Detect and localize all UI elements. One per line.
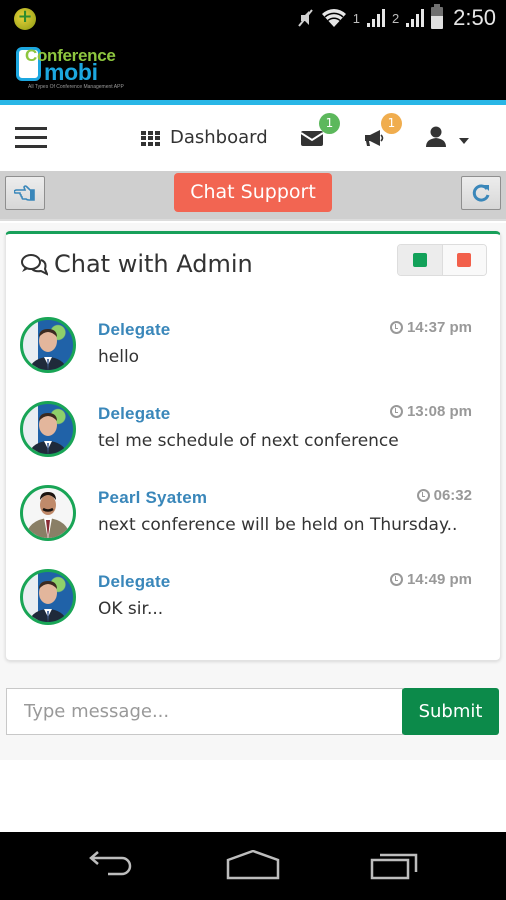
envelope-icon[interactable] (301, 129, 323, 147)
clock-icon (389, 321, 403, 334)
chat-message: Pearl Syatem 06:32 next conference will … (20, 485, 480, 545)
status-bar: 1 2 2:50 (0, 0, 506, 36)
person-photo (28, 329, 68, 370)
back-hand-button[interactable] (5, 176, 45, 210)
avatar (20, 317, 76, 373)
person-photo (28, 581, 68, 622)
app-notification-icon (14, 6, 36, 30)
sim2-label: 2 (391, 10, 400, 26)
sender-name[interactable]: Delegate (98, 320, 170, 340)
avatar (20, 569, 76, 625)
message-time: 14:49 pm (389, 571, 472, 588)
message-time: 13:08 pm (389, 403, 472, 420)
sender-name[interactable]: Delegate (98, 572, 170, 592)
clock-icon (389, 405, 403, 418)
refresh-icon (472, 184, 490, 202)
time-text: 14:49 pm (406, 571, 472, 588)
system-navigation-bar (0, 832, 506, 900)
panel-heading: Chat with Admin (20, 250, 253, 278)
megaphone-icon[interactable] (363, 129, 385, 147)
panel-title: Chat with Admin (54, 250, 253, 278)
signal-icon (366, 9, 385, 27)
app-logo[interactable]: Conference mobi All Types Of Conference … (16, 44, 156, 94)
home-icon[interactable] (226, 850, 280, 880)
page-toolbar: Chat Support (0, 171, 506, 221)
red-square-icon (457, 253, 472, 267)
clock-icon (416, 489, 430, 502)
user-icon[interactable] (425, 126, 447, 148)
sender-name[interactable]: Delegate (98, 404, 170, 424)
chat-support-button[interactable]: Chat Support (174, 173, 332, 212)
status-icons: 1 2 2:50 (297, 4, 496, 32)
hamburger-icon[interactable] (15, 127, 47, 149)
hand-point-left-icon (14, 185, 35, 201)
dashboard-link[interactable]: Dashboard (141, 127, 268, 148)
battery-icon (431, 4, 444, 29)
message-text: OK sir... (98, 599, 164, 619)
clock-icon (389, 573, 403, 586)
time-text: 13:08 pm (406, 403, 472, 420)
recent-apps-icon[interactable] (370, 850, 420, 880)
avatar (20, 485, 76, 541)
clock-time: 2:50 (453, 5, 496, 30)
wifi-icon (321, 9, 346, 27)
message-text: tel me schedule of next conference (98, 431, 399, 451)
sender-name[interactable]: Pearl Syatem (98, 488, 207, 508)
green-square-icon (412, 253, 427, 267)
message-text: next conference will be held on Thursday… (98, 515, 458, 535)
nav-bar: Dashboard 1 1 (0, 105, 506, 171)
back-icon[interactable] (88, 850, 136, 878)
status-toggle (397, 244, 487, 276)
avatar (20, 401, 76, 457)
time-text: 06:32 (433, 487, 472, 504)
notifications-badge: 1 (381, 113, 402, 134)
offline-status-button[interactable] (442, 245, 486, 275)
chat-message: Delegate 14:37 pm hello (20, 317, 480, 377)
chat-message: Delegate 14:49 pm OK sir... (20, 569, 480, 629)
time-text: 14:37 pm (406, 319, 472, 336)
comments-icon (21, 254, 48, 276)
chat-message: Delegate 13:08 pm tel me schedule of nex… (20, 401, 480, 461)
chat-panel: Chat with Admin Delegate 14:37 pm hello (5, 231, 501, 661)
refresh-button[interactable] (461, 176, 501, 210)
messages-badge: 1 (319, 113, 340, 134)
person-photo (25, 492, 71, 538)
message-input[interactable] (6, 688, 403, 735)
caret-down-icon[interactable] (459, 138, 469, 144)
message-text: hello (98, 347, 140, 367)
signal-icon (406, 9, 425, 27)
logo-tagline: All Types Of Conference Management APP (28, 84, 124, 90)
sim1-label: 1 (352, 10, 360, 26)
dashboard-label: Dashboard (170, 127, 268, 148)
message-time: 06:32 (416, 487, 472, 504)
grid-icon (141, 130, 161, 146)
submit-button[interactable]: Submit (402, 688, 499, 735)
mute-icon (297, 9, 313, 27)
online-status-button[interactable] (398, 245, 443, 275)
person-photo (28, 413, 68, 454)
logo-text-mobi: mobi (44, 59, 98, 85)
message-time: 14:37 pm (389, 319, 472, 336)
app-header: Conference mobi All Types Of Conference … (0, 36, 506, 100)
